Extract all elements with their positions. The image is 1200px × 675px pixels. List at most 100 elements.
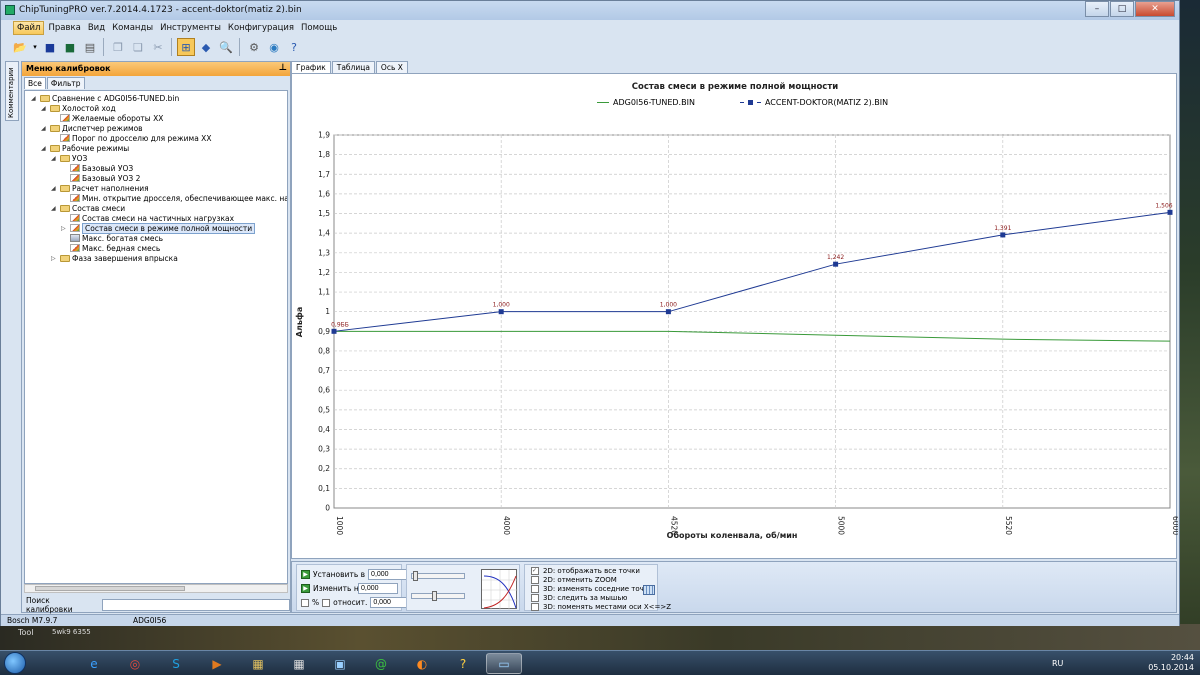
tree-item[interactable]: Порог по дросселю для режима ХХ [51,133,211,143]
update-icon[interactable]: ◉ [265,38,283,56]
settings-icon[interactable]: ⚙ [245,38,263,56]
zoom-icon[interactable]: 🔍 [217,38,235,56]
menu-edit[interactable]: Правка [45,22,83,34]
option-row[interactable]: 3D: поменять местами оси X<=>Z [531,603,671,611]
folder-icon[interactable]: ▦ [240,653,276,674]
expand-arrow-icon[interactable]: ◢ [41,125,48,132]
slider-2-knob[interactable] [432,591,437,601]
expand-arrow-icon[interactable]: ◢ [41,105,48,112]
data-point[interactable] [1167,209,1173,215]
firefox-icon[interactable]: ◐ [404,653,440,674]
network-icon[interactable]: ▣ [322,653,358,674]
tree-item[interactable]: ◢ Холостой ход [41,103,116,113]
calendar-icon[interactable]: ▦ [281,653,317,674]
tab-all[interactable]: Все [24,77,46,89]
save-icon[interactable]: ■ [41,38,59,56]
tab-axis-x[interactable]: Ось X [375,61,408,73]
tree-item[interactable]: Желаемые обороты ХХ [51,113,163,123]
tab-filter[interactable]: Фильтр [46,77,85,89]
expand-arrow-icon[interactable]: ▷ [51,255,58,262]
data-point[interactable] [665,309,671,315]
navigate-icon[interactable]: ◆ [197,38,215,56]
tree-item[interactable]: ◢ Состав смеси [51,203,125,213]
compare-icon[interactable]: ⊞ [177,38,195,56]
curve-preview[interactable] [481,569,518,610]
ie-icon[interactable]: e [76,653,112,674]
menu-commands[interactable]: Команды [109,22,156,34]
maximize-button[interactable]: □ [1110,1,1134,17]
relative-checkbox[interactable] [322,598,331,607]
minimize-button[interactable]: – [1085,1,1109,17]
menu-view[interactable]: Вид [85,22,108,34]
open-file-icon[interactable]: 📂 [11,38,29,56]
language-indicator[interactable]: RU [1052,659,1063,668]
close-button[interactable]: ✕ [1135,1,1175,17]
chart-area[interactable]: Состав смеси в режиме полной мощности AD… [291,73,1178,559]
expand-arrow-icon[interactable]: ▷ [61,225,68,232]
tree-item[interactable]: Базовый УОЗ [61,163,133,173]
tree-item[interactable]: ◢ Рабочие режимы [41,143,129,153]
help-icon[interactable]: ? [285,38,303,56]
cut-icon[interactable]: ✂ [149,38,167,56]
option-row[interactable]: 3D: следить за мышью [531,594,627,602]
slider-2[interactable] [411,591,465,601]
set-value-input[interactable] [368,569,409,580]
data-point[interactable] [331,328,337,334]
comments-vertical-tab[interactable]: Комментарии [5,61,19,121]
dropdown-arrow-icon[interactable]: ▾ [31,38,39,56]
tree-item[interactable]: Базовый УОЗ 2 [61,173,140,183]
option-checkbox[interactable] [531,576,539,584]
expand-arrow-icon[interactable]: ◢ [51,185,58,192]
chiptuning-icon[interactable]: ▭ [486,653,522,674]
tab-graph[interactable]: График [291,61,331,73]
slider-1-knob[interactable] [413,571,418,581]
tree-item[interactable]: Макс. богатая смесь [61,233,163,243]
tree-item[interactable]: Мин. открытие дросселя, обеспечивающее м… [61,193,287,203]
tree-item[interactable]: ▷ Состав смеси в режиме полной мощности [61,222,256,234]
menu-file[interactable]: Файл [13,21,45,35]
option-row[interactable]: ✓ 2D: отображать все точки [531,567,640,575]
data-point[interactable] [833,261,839,267]
tree-horizontal-scrollbar[interactable] [24,584,288,593]
paste-icon[interactable]: ❏ [129,38,147,56]
pin-icon[interactable]: ⊥ [279,63,287,73]
print-icon[interactable]: ▤ [81,38,99,56]
option-checkbox[interactable]: ✓ [531,567,539,575]
percent-checkbox[interactable] [301,598,309,607]
grid-view-icon[interactable] [643,585,655,595]
system-tray-clock[interactable]: 20:44 05.10.2014 [1148,653,1194,673]
menu-tools[interactable]: Инструменты [157,22,224,34]
chrome-icon[interactable]: ◎ [117,653,153,674]
tree-item[interactable]: Макс. бедная смесь [61,243,160,253]
data-point[interactable] [498,309,504,315]
option-checkbox[interactable] [531,585,539,593]
expand-arrow-icon[interactable]: ◢ [51,205,58,212]
save-as-icon[interactable]: ■ [61,38,79,56]
option-checkbox[interactable] [531,603,539,611]
menu-help[interactable]: Помощь [298,22,340,34]
option-row[interactable]: 3D: изменять соседние точки [531,585,653,593]
relative-value-input[interactable] [370,597,411,608]
tree-item[interactable]: ◢ Сравнение с ADG0I56-TUNED.bin [31,93,179,103]
expand-arrow-icon[interactable]: ◢ [41,145,48,152]
data-point[interactable] [1000,232,1006,238]
change-value-input[interactable] [358,583,398,594]
slider-1[interactable] [411,571,465,581]
option-row[interactable]: 2D: отменить ZOOM [531,576,617,584]
expand-arrow-icon[interactable]: ◢ [31,95,38,102]
tree-item[interactable]: ◢ УОЗ [51,153,87,163]
option-checkbox[interactable] [531,594,539,602]
tab-table[interactable]: Таблица [331,61,375,73]
calibration-search-input[interactable] [101,599,290,611]
set-value-arrow-icon[interactable]: ▶ [301,570,310,579]
tree-item[interactable]: ▷ Фаза завершения впрыска [51,253,178,263]
agent-icon[interactable]: @ [363,653,399,674]
tree-item[interactable]: Состав смеси на частичных нагрузках [61,213,234,223]
help-icon[interactable]: ? [445,653,481,674]
expand-arrow-icon[interactable]: ◢ [51,155,58,162]
skype-icon[interactable]: S [158,653,194,674]
menu-configuration[interactable]: Конфигурация [225,22,297,34]
tree-item[interactable]: ◢ Расчет наполнения [51,183,149,193]
start-button[interactable] [4,652,26,674]
media-icon[interactable]: ▶ [199,653,235,674]
